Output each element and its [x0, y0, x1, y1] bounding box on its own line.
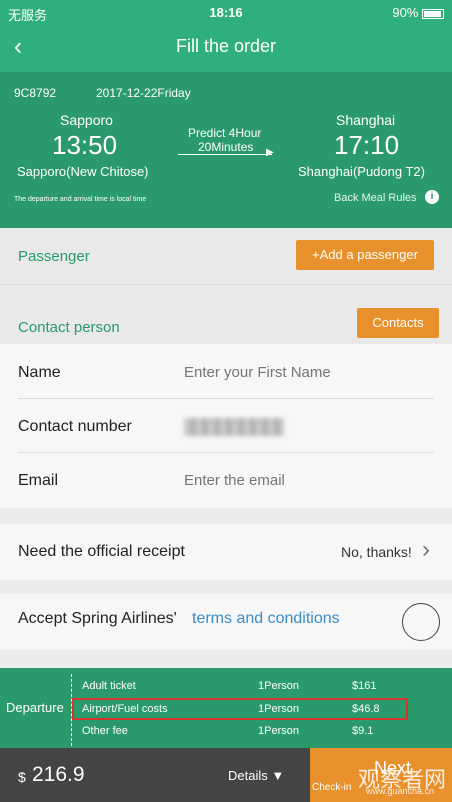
- receipt-label: Need the official receipt: [18, 543, 185, 560]
- passenger-title: Passenger: [18, 248, 90, 265]
- contact-form: Name Contact number Email: [0, 344, 452, 508]
- meal-rules-link[interactable]: Back Meal Rules: [334, 192, 417, 204]
- top-bar: 无服务 18:16 90% ‹ Fill the order: [0, 0, 452, 72]
- arrow-right-icon: ▶: [266, 147, 274, 158]
- info-icon[interactable]: i: [425, 190, 439, 204]
- fee-row: Adult ticket 1Person $161: [82, 680, 377, 692]
- caret-down-icon: ▼: [271, 768, 285, 783]
- currency-symbol: $: [18, 769, 26, 785]
- passenger-section: Passenger +Add a passenger: [0, 228, 452, 284]
- watermark-url: www.guancha.cn: [366, 786, 435, 796]
- flight-date: 2017-12-22Friday: [96, 86, 191, 100]
- terms-row: Accept Spring Airlines' terms and condit…: [0, 594, 452, 650]
- divider: [18, 452, 434, 453]
- name-label: Name: [18, 364, 61, 381]
- arrival-city: Shanghai: [336, 112, 396, 128]
- fee-section-label: Departure: [6, 700, 64, 715]
- divider: [18, 398, 434, 399]
- arrow-line: [178, 154, 272, 155]
- contact-number-label: Contact number: [18, 418, 132, 435]
- battery-text: 90%: [392, 5, 444, 20]
- fee-breakdown: Departure Adult ticket 1Person $161 Airp…: [0, 668, 452, 748]
- next-button[interactable]: Next Check-in 观察者网 www.guancha.cn: [310, 748, 452, 802]
- flight-info-card: 9C8792 2017-12-22Friday Sapporo 13:50 Sa…: [0, 72, 452, 228]
- arrival-time: 17:10: [334, 130, 400, 160]
- local-time-note: The departure and arrival time is local …: [14, 196, 147, 203]
- chevron-right-icon: ›: [422, 536, 430, 563]
- terms-prefix: Accept Spring Airlines': [18, 610, 177, 627]
- departure-airport: Sapporo(New Chitose): [17, 164, 149, 179]
- departure-time: 13:50: [52, 130, 118, 160]
- battery-icon: [422, 8, 444, 19]
- add-passenger-button[interactable]: +Add a passenger: [296, 240, 434, 270]
- contacts-button[interactable]: Contacts: [357, 308, 439, 338]
- duration-line2: 20Minutes: [198, 140, 254, 154]
- name-input[interactable]: [184, 358, 434, 386]
- receipt-value: No, thanks!: [341, 544, 412, 560]
- email-label: Email: [18, 472, 59, 489]
- departure-city: Sapporo: [60, 112, 113, 128]
- receipt-row[interactable]: Need the official receipt No, thanks! ›: [0, 524, 452, 580]
- total-price: 216.9: [32, 763, 85, 786]
- fee-row: Airport/Fuel costs 1Person $46.8: [82, 703, 380, 715]
- bottom-bar: $ 216.9 Details ▼ Next Check-in 观察者网 www…: [0, 748, 452, 802]
- contact-title: Contact person: [18, 319, 120, 336]
- contact-section: Contact person Contacts: [0, 284, 452, 344]
- duration-line1: Predict 4Hour: [188, 126, 262, 140]
- status-bar: 无服务 18:16 90%: [0, 0, 452, 26]
- email-input[interactable]: [184, 466, 434, 494]
- contact-number-input[interactable]: [184, 418, 284, 436]
- details-button[interactable]: Details ▼: [228, 768, 284, 783]
- checkin-text: Check-in: [312, 782, 352, 793]
- fee-row: Other fee 1Person $9.1: [82, 725, 374, 737]
- terms-link[interactable]: terms and conditions: [192, 610, 340, 628]
- clock: 18:16: [209, 5, 243, 20]
- flight-number: 9C8792: [14, 86, 57, 100]
- page-title: Fill the order: [175, 36, 277, 56]
- arrival-airport: Shanghai(Pudong T2): [298, 164, 425, 179]
- accept-terms-checkbox[interactable]: [402, 603, 440, 641]
